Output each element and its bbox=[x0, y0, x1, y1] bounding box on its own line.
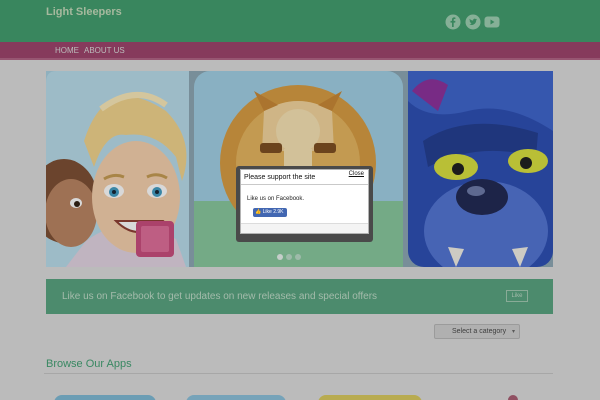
popup-message: Like us on Facebook. bbox=[247, 196, 305, 202]
browse-heading: Browse Our Apps bbox=[46, 358, 132, 370]
popup-close-link[interactable]: Close bbox=[349, 171, 364, 177]
app-thumbnail[interactable] bbox=[318, 395, 422, 400]
support-popup: Please support the site Close Like us on… bbox=[240, 169, 369, 234]
nav-item-about-us[interactable]: ABOUT US bbox=[84, 46, 125, 55]
app-thumbnail[interactable] bbox=[54, 395, 156, 400]
slide-blue-bulldog[interactable] bbox=[408, 71, 553, 267]
like-count: 2.9K bbox=[273, 209, 284, 215]
popup-header: Please support the site Close bbox=[241, 170, 368, 185]
twitter-icon[interactable] bbox=[465, 14, 481, 30]
site-header: Light Sleepers bbox=[0, 0, 600, 42]
popup-footer bbox=[241, 223, 368, 233]
divider bbox=[44, 373, 553, 374]
category-select-value: Select a category bbox=[452, 328, 507, 335]
app-thumbnail[interactable] bbox=[186, 395, 286, 400]
facebook-icon[interactable] bbox=[445, 14, 461, 30]
promo-text: Like us on Facebook to get updates on ne… bbox=[62, 291, 378, 302]
slide-character-faces[interactable] bbox=[46, 71, 189, 267]
thumbs-up-icon: 👍 bbox=[255, 209, 262, 215]
youtube-icon[interactable] bbox=[484, 14, 500, 30]
site-title[interactable]: Light Sleepers bbox=[46, 6, 122, 18]
facebook-like-button[interactable]: 👍 Like 2.9K bbox=[253, 208, 287, 217]
main-nav: HOME ABOUT US bbox=[0, 42, 600, 60]
nav-item-home[interactable]: HOME bbox=[55, 46, 79, 55]
app-thumbnail[interactable] bbox=[508, 395, 518, 400]
category-select[interactable]: Select a category ▾ bbox=[434, 324, 520, 339]
facebook-promo-bar: Like us on Facebook to get updates on ne… bbox=[46, 279, 553, 314]
promo-like-button[interactable]: Like bbox=[506, 290, 528, 302]
like-label: Like bbox=[262, 209, 272, 215]
chevron-down-icon: ▾ bbox=[511, 329, 515, 335]
popup-title: Please support the site bbox=[244, 174, 316, 181]
